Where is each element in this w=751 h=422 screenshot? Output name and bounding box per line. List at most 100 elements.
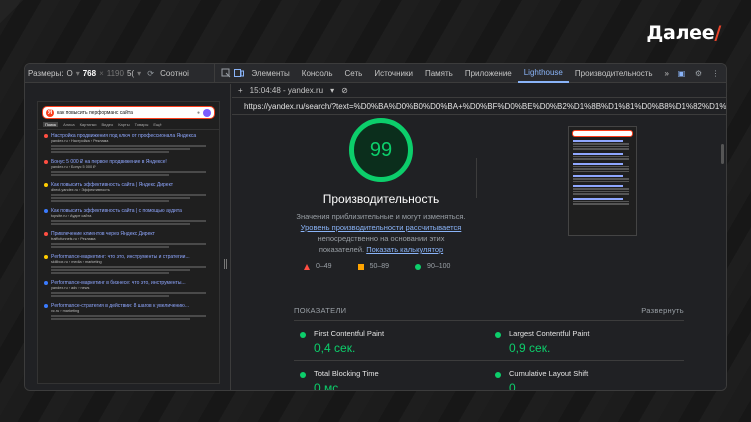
result-url[interactable]: skillbox.ru › media › marketing xyxy=(44,260,213,265)
message-icon[interactable]: ▣ xyxy=(675,67,688,80)
result-url[interactable]: yandex.ru › Бонус 5 000 ₽ xyxy=(44,165,213,170)
clear-icon[interactable]: ⊘ xyxy=(341,86,348,95)
result-url[interactable]: trafficfunnels.ru › Реклама xyxy=(44,237,213,242)
metric-value: 0,9 сек. xyxy=(509,341,551,355)
lighthouse-toolbar: + 15:04:48 - yandex.ru ▾ ⊘ xyxy=(232,84,726,98)
metric-name: First Contentful Paint xyxy=(314,329,385,338)
device-preset-select[interactable]: О xyxy=(66,69,72,78)
phone-results-list: Настройка продвижения под ключ от профес… xyxy=(38,130,219,323)
phone-tab-images[interactable]: Картинки xyxy=(80,122,97,127)
result-snippet-line xyxy=(51,269,190,271)
device-toggle-icon[interactable] xyxy=(232,67,245,80)
thumbnail-result xyxy=(573,152,632,160)
result-snippet-line xyxy=(51,171,207,173)
thumbnail-result xyxy=(573,175,632,182)
search-result[interactable]: Performance-стратегия в действии: 8 шаго… xyxy=(38,300,219,323)
show-calculator-link[interactable]: Показать калькулятор xyxy=(366,245,443,254)
result-snippet-line xyxy=(51,223,190,225)
report-url[interactable]: https://yandex.ru/search/?text=%D0%BA%D0… xyxy=(244,102,726,111)
phone-tab-more[interactable]: Ещё xyxy=(153,122,161,127)
phone-tab-search[interactable]: Поиск xyxy=(43,122,59,127)
tab-network[interactable]: Сеть xyxy=(339,64,369,83)
phone-search-bar[interactable]: Я как повысить перформанс сайта ● xyxy=(42,106,215,119)
metric-name: Cumulative Layout Shift xyxy=(509,369,589,378)
expand-view-button[interactable]: Развернуть xyxy=(641,306,684,315)
emulated-page[interactable]: Я как повысить перформанс сайта ● Поиск … xyxy=(37,101,220,384)
result-snippet-line xyxy=(51,295,170,297)
phone-tab-maps[interactable]: Карты xyxy=(118,122,129,127)
result-title-link[interactable]: Performance-стратегия в действии: 8 шаго… xyxy=(44,303,213,309)
brand-name: Далее xyxy=(646,22,715,44)
search-result[interactable]: Как повысить эффективность сайта | Яндек… xyxy=(38,179,219,205)
tab-lighthouse[interactable]: Lighthouse xyxy=(517,64,569,83)
result-title-link[interactable]: Как повысить эффективность сайта | с пом… xyxy=(44,208,213,214)
kebab-menu-icon[interactable]: ⋮ xyxy=(709,67,722,80)
lighthouse-panel: + 15:04:48 - yandex.ru ▾ ⊘ https://yande… xyxy=(232,84,726,391)
phone-tab-alice[interactable]: Алиса xyxy=(63,122,74,127)
search-result[interactable]: Бонус 5 000 ₽ на первое продвижение в Ян… xyxy=(38,156,219,179)
metric-value: 0 мс xyxy=(314,381,339,391)
device-toolbar: Размеры: О ▾ 768 × 1190 5( ▾ ⟳ Соотноі xyxy=(25,64,216,83)
search-result[interactable]: Настройка продвижения под ключ от профес… xyxy=(38,130,219,156)
score-legend: 0–49 50–89 90–100 xyxy=(304,263,450,270)
final-screenshot-thumbnail[interactable] xyxy=(568,126,637,236)
score-calc-link[interactable]: Уровень производительности рассчитываетс… xyxy=(252,222,510,233)
pass-circle-icon xyxy=(495,372,501,378)
scrollbar[interactable] xyxy=(721,144,724,164)
search-result[interactable]: Привлечение клиентов через Яндекс Директ… xyxy=(38,228,219,251)
tab-application[interactable]: Приложение xyxy=(459,64,518,83)
divider xyxy=(476,158,477,198)
tab-console[interactable]: Консоль xyxy=(296,64,339,83)
device-viewport: Я как повысить перформанс сайта ● Поиск … xyxy=(25,84,231,390)
pass-circle-icon xyxy=(300,372,306,378)
tab-performance[interactable]: Производительность xyxy=(569,64,659,83)
search-result[interactable]: Performance-маркетинг в бизнесе: что это… xyxy=(38,277,219,300)
height-input[interactable]: 1190 xyxy=(107,69,124,78)
result-title-link[interactable]: Как повысить эффективность сайта | Яндек… xyxy=(44,182,213,188)
metrics-row: Total Blocking Time 0 мс Cumulative Layo… xyxy=(294,360,684,391)
desc-line-1: Значения приблизительные и могут изменят… xyxy=(296,212,466,221)
tab-memory[interactable]: Память xyxy=(419,64,459,83)
metric-fcp: First Contentful Paint 0,4 сек. xyxy=(294,321,489,360)
result-url[interactable]: yandex.ru › Настройка › Реклама xyxy=(44,139,213,144)
rotate-icon[interactable]: ⟳ xyxy=(144,67,157,80)
phone-search-query[interactable]: как повысить перформанс сайта xyxy=(57,110,194,116)
ratio-label[interactable]: Соотноі xyxy=(160,69,189,78)
report-url-bar: https://yandex.ru/search/?text=%D0%BA%D0… xyxy=(232,98,726,115)
report-select[interactable]: 15:04:48 - yandex.ru xyxy=(250,86,323,95)
result-snippet-line xyxy=(51,220,207,222)
result-title-link[interactable]: Бонус 5 000 ₽ на первое продвижение в Ян… xyxy=(44,159,213,165)
avatar[interactable] xyxy=(203,108,211,117)
result-title-link[interactable]: Performance-маркетинг в бизнесе: что это… xyxy=(44,280,213,286)
width-input[interactable]: 768 xyxy=(83,69,96,78)
tab-sources[interactable]: Источники xyxy=(368,64,419,83)
tab-elements[interactable]: Элементы xyxy=(245,64,295,83)
thumbnail-result xyxy=(573,197,632,205)
metric-value: 0 xyxy=(509,381,516,391)
mic-icon[interactable]: ● xyxy=(197,110,200,116)
category-title: Производительность xyxy=(322,192,440,206)
thumbnail-search-bar xyxy=(572,130,633,137)
plus-icon[interactable]: + xyxy=(238,86,243,95)
circle-icon xyxy=(415,263,422,270)
search-result[interactable]: Как повысить эффективность сайта | с пом… xyxy=(38,205,219,228)
result-url[interactable]: vc.ru › marketing xyxy=(44,309,213,314)
result-title-link[interactable]: Performance-маркетинг: что это, инструме… xyxy=(44,254,213,260)
gear-icon[interactable]: ⚙ xyxy=(692,67,705,80)
search-result[interactable]: Performance-маркетинг: что это, инструме… xyxy=(38,251,219,277)
resize-handle[interactable] xyxy=(224,259,227,269)
phone-tab-goods[interactable]: Товары xyxy=(135,122,149,127)
result-title-link[interactable]: Настройка продвижения под ключ от профес… xyxy=(44,133,213,139)
chevron-down-icon[interactable]: ▾ xyxy=(330,86,334,95)
result-url[interactable]: topsite.ru › Аудит сайта xyxy=(44,214,213,219)
chevron-down-icon[interactable]: ▾ xyxy=(76,69,80,78)
zoom-select[interactable]: 5( xyxy=(127,69,134,78)
result-url[interactable]: yandex.ru › adv › news xyxy=(44,286,213,291)
desc-line-3: показателей. xyxy=(318,245,365,254)
result-url[interactable]: direct.yandex.ru › Эффективность xyxy=(44,188,213,193)
inspect-icon[interactable] xyxy=(219,67,232,80)
more-tabs-button[interactable]: » xyxy=(659,64,675,83)
phone-tab-video[interactable]: Видео xyxy=(102,122,114,127)
result-title-link[interactable]: Привлечение клиентов через Яндекс Директ xyxy=(44,231,213,237)
chevron-down-icon[interactable]: ▾ xyxy=(137,69,141,78)
